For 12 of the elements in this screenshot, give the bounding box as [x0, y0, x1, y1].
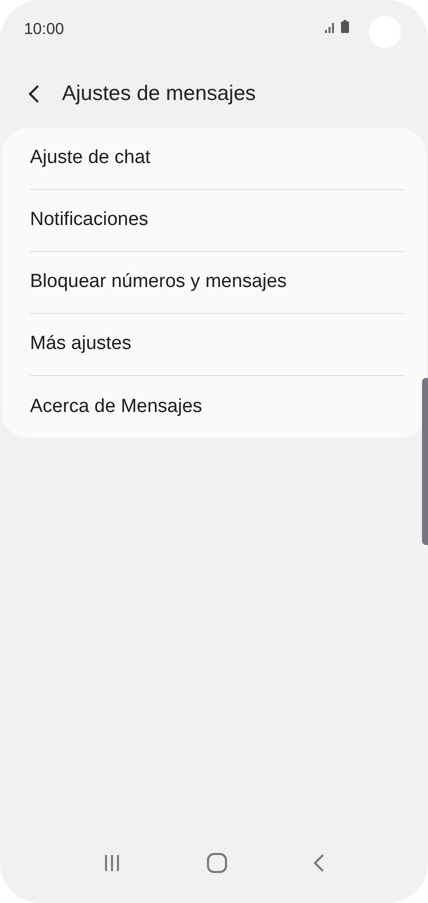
settings-item[interactable]: Notificaciones: [30, 206, 148, 235]
home-icon[interactable]: [207, 853, 227, 873]
settings-item[interactable]: Ajuste de chat: [30, 144, 150, 173]
back-icon[interactable]: [28, 84, 40, 104]
settings-item[interactable]: Más ajustes: [30, 330, 132, 359]
recent-apps-icon[interactable]: [103, 854, 121, 872]
settings-item[interactable]: Acerca de Mensajes: [30, 392, 202, 422]
page-title: Ajustes de mensajes: [62, 81, 256, 108]
status-time: 10:00: [24, 20, 64, 40]
settings-item[interactable]: Bloquear números y mensajes: [30, 268, 287, 297]
signal-icon: [325, 20, 337, 32]
battery-icon: [341, 20, 349, 33]
